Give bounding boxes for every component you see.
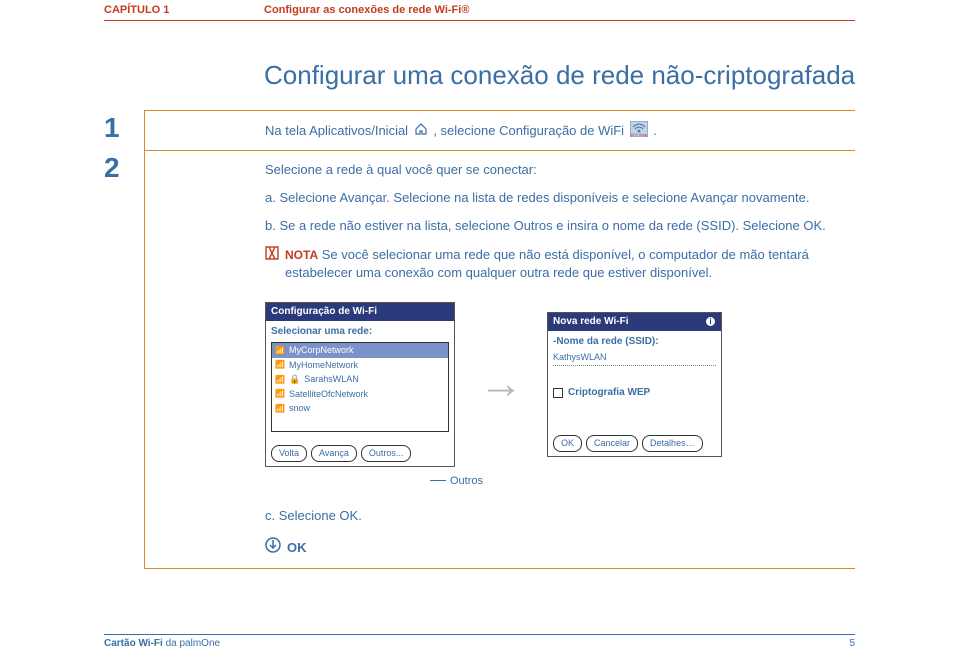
footer-rest: da palmOne	[163, 638, 220, 649]
list-item[interactable]: 📶 SatelliteOfcNetwork	[272, 387, 448, 402]
nota-label: NOTA	[285, 248, 318, 262]
other-button[interactable]: Outros...	[361, 445, 412, 462]
cancel-button[interactable]: Cancelar	[586, 435, 638, 452]
step-1-text-c: .	[653, 123, 657, 138]
step-2-item-a: a. Selecione Avançar. Selecione na lista…	[265, 189, 843, 207]
footer-bold: Cartão Wi-Fi	[104, 638, 163, 649]
nota-icon	[265, 246, 279, 265]
network-list[interactable]: 📶 MyCorpNetwork 📶 MyHomeNetwork 📶 🔒 Sara	[271, 342, 449, 432]
nota-text: Se você selecionar uma rede que não está…	[285, 247, 809, 280]
nota-block: NOTA Se você selecionar uma rede que não…	[265, 246, 843, 282]
wifi-config-title: Configuração de Wi-Fi	[271, 305, 377, 319]
step-2-content: Selecione a rede à qual você quer se con…	[144, 150, 855, 569]
chapter-label: CAPÍTULO 1	[104, 4, 169, 16]
header-rule	[104, 20, 855, 21]
network-name: MyCorpNetwork	[289, 344, 354, 357]
header-subtitle: Configurar as conexões de rede Wi-Fi®	[264, 4, 469, 16]
wifi-setup-icon: Wi-Fi Setup	[630, 121, 648, 142]
arrow-right-icon: →	[479, 362, 523, 406]
ok-button[interactable]: OK	[553, 435, 582, 452]
done-row: OK	[265, 537, 843, 558]
network-name: snow	[289, 402, 310, 415]
step-1-number: 1	[104, 110, 144, 152]
step-2-row: 2 Selecione a rede à qual você quer se c…	[104, 150, 855, 569]
step-2-number: 2	[104, 150, 144, 569]
step-1-text-b: , selecione Configuração de WiFi	[433, 123, 627, 138]
wifi-config-screen: Configuração de Wi-Fi Selecionar uma red…	[265, 302, 455, 467]
page-title: Configurar uma conexão de rede não-cript…	[264, 60, 855, 91]
step-2-item-c: c. Selecione OK.	[265, 507, 843, 525]
step-1-text-a: Na tela Aplicativos/Inicial	[265, 123, 412, 138]
step-1-row: 1 Na tela Aplicativos/Inicial , selecion…	[104, 110, 855, 152]
network-name: MyHomeNetwork	[289, 359, 358, 372]
step-2-item-b: b. Se a rede não estiver na lista, selec…	[265, 217, 843, 235]
step-1-content: Na tela Aplicativos/Inicial , selecione …	[144, 110, 855, 152]
network-name: SatelliteOfcNetwork	[289, 388, 368, 401]
signal-icon: 📶	[275, 359, 285, 370]
list-item[interactable]: 📶 MyCorpNetwork	[272, 343, 448, 358]
list-item[interactable]: 📶 snow	[272, 401, 448, 416]
ok-final-label: OK	[287, 539, 307, 557]
wifi-config-titlebar: Configuração de Wi-Fi	[266, 303, 454, 321]
info-icon[interactable]: i	[705, 316, 716, 327]
ssid-label: -Nome da rede (SSID):	[553, 335, 716, 349]
signal-icon: 📶	[275, 345, 285, 356]
lock-icon: 🔒	[289, 373, 300, 386]
list-item[interactable]: 📶 🔒 SarahsWLAN	[272, 372, 448, 387]
wep-label: Criptografia WEP	[568, 386, 650, 400]
new-network-title: Nova rede Wi-Fi	[553, 315, 628, 329]
outros-callout: Outros	[430, 471, 843, 489]
step-2-intro: Selecione a rede à qual você quer se con…	[265, 161, 843, 179]
list-item[interactable]: 📶 MyHomeNetwork	[272, 358, 448, 373]
page-number: 5	[849, 638, 855, 649]
screenshots-row: Configuração de Wi-Fi Selecionar uma red…	[265, 302, 843, 467]
input-underline	[553, 365, 716, 366]
home-icon	[414, 122, 428, 141]
done-icon	[265, 537, 281, 558]
new-network-titlebar: Nova rede Wi-Fi i	[548, 313, 721, 331]
ssid-input[interactable]: KathysWLAN	[553, 351, 716, 364]
signal-icon: 📶	[275, 374, 285, 385]
outros-callout-label: Outros	[450, 475, 483, 487]
network-name: SarahsWLAN	[304, 373, 359, 386]
new-network-screen: Nova rede Wi-Fi i -Nome da rede (SSID): …	[547, 312, 722, 457]
signal-icon: 📶	[275, 403, 285, 414]
next-button[interactable]: Avança	[311, 445, 357, 462]
signal-icon: 📶	[275, 388, 285, 399]
details-button[interactable]: Detalhes…	[642, 435, 703, 452]
svg-text:Wi-Fi Setup: Wi-Fi Setup	[630, 133, 647, 137]
page-footer: Cartão Wi-Fi da palmOne 5	[104, 634, 855, 649]
wep-checkbox[interactable]	[553, 388, 563, 398]
back-button[interactable]: Volta	[271, 445, 307, 462]
select-network-label: Selecionar uma rede:	[271, 325, 449, 339]
